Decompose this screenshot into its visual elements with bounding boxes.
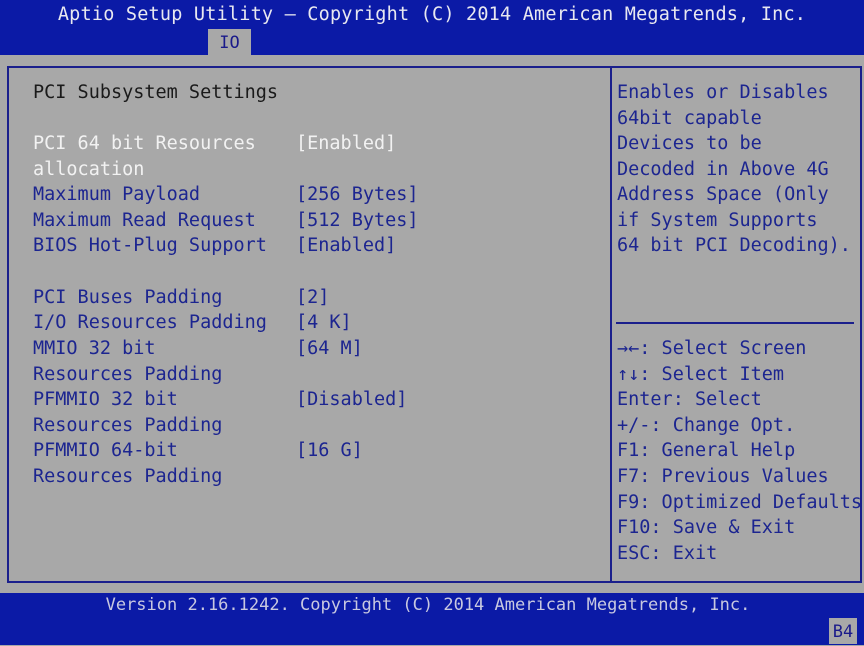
key-hint-f10: F10: Save & Exit xyxy=(617,517,796,538)
key-hint-enter: Enter: Select xyxy=(617,389,762,410)
setting-label-hotplug[interactable]: BIOS Hot-Plug Support xyxy=(33,233,267,259)
help-text-line: Address Space (Only xyxy=(617,184,829,205)
setting-value-mmio32[interactable]: [64 M] xyxy=(296,336,363,362)
post-code-badge: B4 xyxy=(829,618,857,644)
setting-label-max-read[interactable]: Maximum Read Request xyxy=(33,208,256,234)
key-hint-select-item: ↑↓: Select Item xyxy=(617,364,785,385)
setting-value-io-padding[interactable]: [4 K] xyxy=(296,310,352,336)
setting-label-mmio32-cont[interactable]: Resources Padding xyxy=(33,362,222,388)
setting-label-pfmmio64[interactable]: PFMMIO 64-bit xyxy=(33,438,178,464)
setting-value-max-payload[interactable]: [256 Bytes] xyxy=(296,182,419,208)
tab-io[interactable]: IO xyxy=(208,29,251,55)
setting-value-buses-padding[interactable]: [2] xyxy=(296,285,329,311)
setting-value-hotplug[interactable]: [Enabled] xyxy=(296,233,396,259)
help-text-line: 64bit capable xyxy=(617,108,762,129)
setting-value-pfmmio32[interactable]: [Disabled] xyxy=(296,387,407,413)
help-text-line: Decoded in Above 4G xyxy=(617,159,829,180)
header-bar: Aptio Setup Utility – Copyright (C) 2014… xyxy=(0,0,864,55)
setting-label-buses-padding[interactable]: PCI Buses Padding xyxy=(33,285,222,311)
help-divider xyxy=(616,322,854,324)
setting-label-max-payload[interactable]: Maximum Payload xyxy=(33,182,200,208)
key-hint-f7: F7: Previous Values xyxy=(617,466,829,487)
help-text-line: Devices to be xyxy=(617,133,762,154)
key-hint-f9: F9: Optimized Defaults xyxy=(617,492,863,513)
app-title: Aptio Setup Utility – Copyright (C) 2014… xyxy=(57,4,807,25)
setting-label-mmio32[interactable]: MMIO 32 bit xyxy=(33,336,156,362)
key-hint-f1: F1: General Help xyxy=(617,440,796,461)
setting-value-max-read[interactable]: [512 Bytes] xyxy=(296,208,419,234)
key-hint-esc: ESC: Exit xyxy=(617,543,718,564)
setting-label-pfmmio32-cont[interactable]: Resources Padding xyxy=(33,413,222,439)
help-text-line: 64 bit PCI Decoding). xyxy=(617,235,851,256)
section-title: PCI Subsystem Settings xyxy=(33,82,279,103)
setting-value-pfmmio64[interactable]: [16 G] xyxy=(296,438,363,464)
key-hint-select-screen: →←: Select Screen xyxy=(617,338,807,359)
setting-label-pci64[interactable]: PCI 64 bit Resources xyxy=(33,131,256,157)
help-text-line: Enables or Disables xyxy=(617,82,829,103)
setting-label-pfmmio32[interactable]: PFMMIO 32 bit xyxy=(33,387,178,413)
help-text-line: if System Supports xyxy=(617,210,818,231)
panel-divider xyxy=(610,68,612,581)
version-text: Version 2.16.1242. Copyright (C) 2014 Am… xyxy=(105,595,751,615)
setting-value-pci64[interactable]: [Enabled] xyxy=(296,131,396,157)
setting-label-pfmmio64-cont[interactable]: Resources Padding xyxy=(33,464,222,490)
setting-label-io-padding[interactable]: I/O Resources Padding xyxy=(33,310,267,336)
setting-label-pci64-cont[interactable]: allocation xyxy=(33,157,144,183)
key-hint-change-opt: +/-: Change Opt. xyxy=(617,415,796,436)
footer-bar: Version 2.16.1242. Copyright (C) 2014 Am… xyxy=(0,593,864,645)
